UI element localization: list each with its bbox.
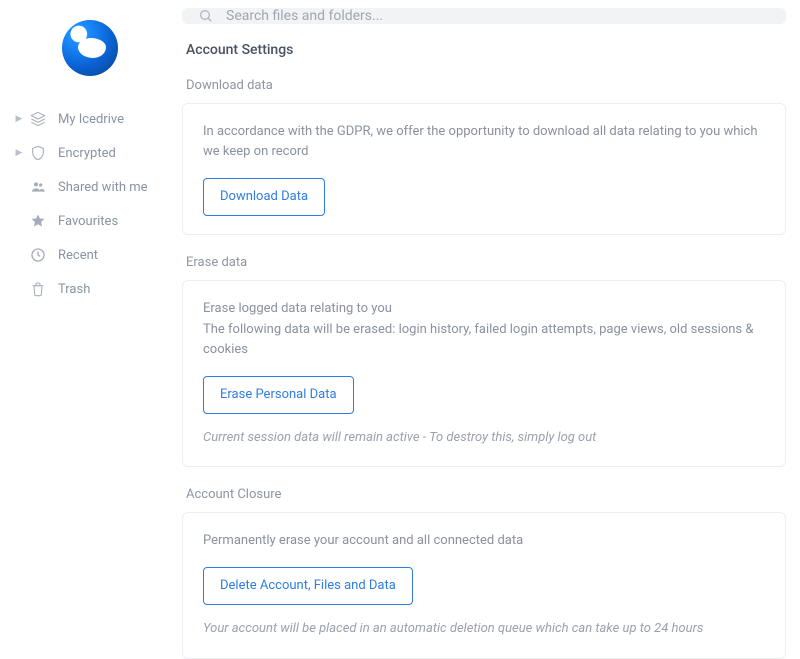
nav-list: ▶ My Icedrive ▶ Encrypted Shared with me <box>0 94 180 306</box>
section-heading-download: Download data <box>180 78 788 103</box>
stack-icon <box>28 111 48 127</box>
sidebar-item-shared[interactable]: Shared with me <box>0 170 180 204</box>
sidebar-item-label: Shared with me <box>58 180 148 195</box>
erase-data-button[interactable]: Erase Personal Data <box>203 376 354 414</box>
chevron-right-icon: ▶ <box>14 148 24 158</box>
search-placeholder: Search files and folders... <box>226 8 383 24</box>
sidebar-item-label: Trash <box>58 282 90 297</box>
download-data-button[interactable]: Download Data <box>203 178 325 216</box>
download-data-card: In accordance with the GDPR, we offer th… <box>182 103 786 235</box>
star-icon <box>28 213 48 229</box>
people-icon <box>28 179 48 195</box>
erase-data-note: Current session data will remain active … <box>203 428 765 448</box>
account-closure-desc: Permanently erase your account and all c… <box>203 531 765 551</box>
erase-data-card: Erase logged data relating to you The fo… <box>182 280 786 467</box>
sidebar-item-label: Recent <box>58 248 98 263</box>
search-icon <box>198 8 214 24</box>
sidebar-item-recent[interactable]: Recent <box>0 238 180 272</box>
sidebar: ▶ My Icedrive ▶ Encrypted Shared with me <box>0 0 180 573</box>
sidebar-item-my-icedrive[interactable]: ▶ My Icedrive <box>0 102 180 136</box>
account-closure-card: Permanently erase your account and all c… <box>182 512 786 658</box>
logo-container <box>0 12 180 94</box>
account-closure-note: Your account will be placed in an automa… <box>203 619 765 639</box>
erase-data-desc1: Erase logged data relating to you <box>203 299 765 319</box>
sidebar-item-label: My Icedrive <box>58 112 124 127</box>
sidebar-item-label: Favourites <box>58 214 118 229</box>
shield-icon <box>28 145 48 161</box>
section-heading-erase: Erase data <box>180 255 788 280</box>
page-title: Account Settings <box>180 42 788 78</box>
section-heading-closure: Account Closure <box>180 487 788 512</box>
trash-icon <box>28 281 48 297</box>
erase-data-desc2: The following data will be erased: login… <box>203 320 765 360</box>
sidebar-item-label: Encrypted <box>58 146 116 161</box>
main-content: Search files and folders... Account Sett… <box>180 0 800 573</box>
search-input[interactable]: Search files and folders... <box>182 8 786 24</box>
sidebar-item-favourites[interactable]: Favourites <box>0 204 180 238</box>
sidebar-item-encrypted[interactable]: ▶ Encrypted <box>0 136 180 170</box>
chevron-right-icon: ▶ <box>14 114 24 124</box>
clock-icon <box>28 247 48 263</box>
download-data-desc: In accordance with the GDPR, we offer th… <box>203 122 765 162</box>
sidebar-item-trash[interactable]: Trash <box>0 272 180 306</box>
app-logo <box>62 20 118 76</box>
